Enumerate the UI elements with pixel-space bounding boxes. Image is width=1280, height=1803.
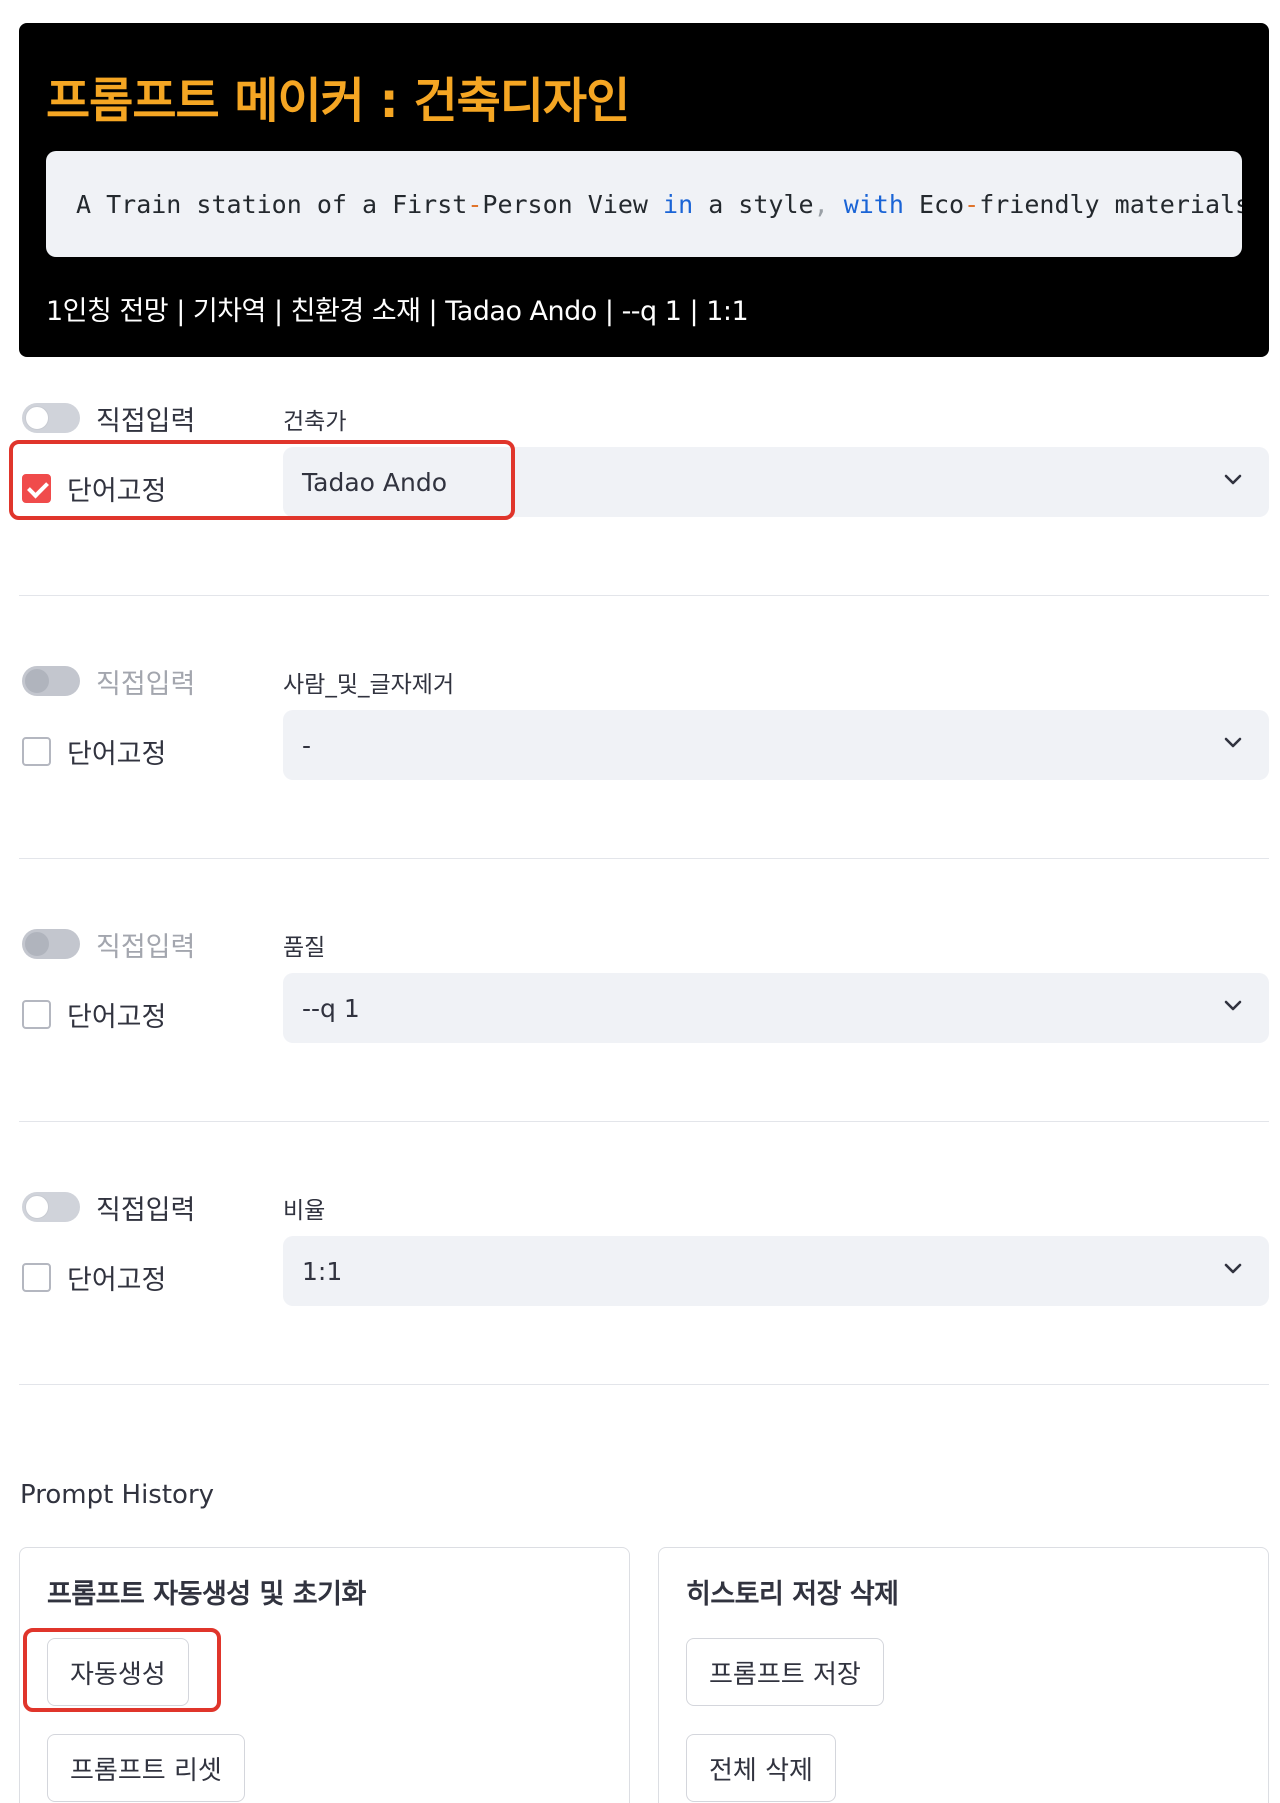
direct-input-toggle[interactable]: 직접입력 <box>22 398 195 438</box>
option-row-quality: 직접입력 단어고정 품질 --q 1 <box>0 924 1280 1124</box>
chevron-down-icon <box>1224 474 1242 485</box>
header-panel: 프롬프트 메이커 : 건축디자인 A Train station of a Fi… <box>19 23 1269 357</box>
divider <box>19 595 1269 596</box>
chevron-down-icon <box>1224 1000 1242 1011</box>
divider <box>19 858 1269 859</box>
autogenerate-button[interactable]: 자동생성 <box>47 1638 189 1706</box>
delete-all-button[interactable]: 전체 삭제 <box>686 1734 836 1802</box>
option-row-architect: 직접입력 단어고정 건축가 Tadao Ando <box>0 398 1280 598</box>
prompt-token: Eco <box>903 189 965 219</box>
architect-select[interactable]: Tadao Ando <box>283 447 1269 517</box>
page: 프롬프트 메이커 : 건축디자인 A Train station of a Fi… <box>0 0 1280 1803</box>
toggle-label: 직접입력 <box>96 1194 196 1226</box>
option-row-remove-people: 직접입력 단어고정 사람_및_글자제거 - <box>0 661 1280 861</box>
autogen-card: 프롬프트 자동생성 및 초기화 자동생성 프롬프트 리셋 <box>19 1547 630 1803</box>
prompt-code-text: A Train station of a First-Person View i… <box>76 190 1242 219</box>
word-fix-checkbox[interactable]: 단어고정 <box>22 731 166 771</box>
prompt-token: in <box>663 189 694 219</box>
field-label: 품질 <box>283 935 326 961</box>
prompt-token: A Train station of a First <box>76 189 468 219</box>
toggle-switch[interactable] <box>22 666 80 696</box>
save-prompt-button[interactable]: 프롬프트 저장 <box>686 1638 884 1706</box>
checkbox-icon[interactable] <box>22 999 51 1029</box>
word-fix-checkbox[interactable]: 단어고정 <box>22 468 166 508</box>
card-title: 히스토리 저장 삭제 <box>686 1579 899 1610</box>
prompt-token: Person View <box>482 189 664 219</box>
chevron-down-icon <box>1224 737 1242 748</box>
toggle-label: 직접입력 <box>96 668 196 700</box>
prompt-token: , <box>813 189 829 219</box>
ratio-select[interactable]: 1:1 <box>283 1236 1269 1306</box>
prompt-code-box: A Train station of a First-Person View i… <box>46 151 1242 257</box>
chevron-down-icon <box>1224 1263 1242 1274</box>
history-title: Prompt History <box>20 1480 215 1510</box>
divider <box>19 1384 1269 1385</box>
quality-select[interactable]: --q 1 <box>283 973 1269 1043</box>
checkbox-checked-icon[interactable] <box>22 473 51 503</box>
prompt-token: a style <box>693 189 814 219</box>
checkbox-label: 단어고정 <box>67 1001 167 1033</box>
prompt-token: with <box>843 189 904 219</box>
direct-input-toggle[interactable]: 직접입력 <box>22 661 195 701</box>
toggle-label: 직접입력 <box>96 931 196 963</box>
prompt-summary: 1인칭 전망 | 기차역 | 친환경 소재 | Tadao Ando | --q… <box>46 296 749 327</box>
select-value: - <box>302 730 312 760</box>
prompt-token: - <box>467 189 483 219</box>
toggle-switch[interactable] <box>22 403 80 433</box>
field-label: 비율 <box>283 1198 326 1224</box>
checkbox-label: 단어고정 <box>67 738 167 770</box>
checkbox-icon[interactable] <box>22 1262 51 1292</box>
toggle-switch[interactable] <box>22 929 80 959</box>
field-label: 건축가 <box>283 409 347 435</box>
direct-input-toggle[interactable]: 직접입력 <box>22 1187 195 1227</box>
history-save-card: 히스토리 저장 삭제 프롬프트 저장 전체 삭제 <box>658 1547 1269 1803</box>
toggle-switch[interactable] <box>22 1192 80 1222</box>
remove-people-select[interactable]: - <box>283 710 1269 780</box>
direct-input-toggle[interactable]: 직접입력 <box>22 924 195 964</box>
select-value: --q 1 <box>302 993 360 1023</box>
checkbox-icon[interactable] <box>22 736 51 766</box>
select-value: 1:1 <box>302 1256 343 1286</box>
divider <box>19 1121 1269 1122</box>
prompt-token <box>829 190 844 219</box>
prompt-reset-button[interactable]: 프롬프트 리셋 <box>47 1734 245 1802</box>
card-title: 프롬프트 자동생성 및 초기화 <box>47 1579 366 1610</box>
option-row-ratio: 직접입력 단어고정 비율 1:1 <box>0 1187 1280 1387</box>
prompt-token: friendly materials <box>979 189 1242 219</box>
word-fix-checkbox[interactable]: 단어고정 <box>22 994 166 1034</box>
select-value: Tadao Ando <box>302 467 447 497</box>
field-label: 사람_및_글자제거 <box>283 672 455 698</box>
page-title: 프롬프트 메이커 : 건축디자인 <box>46 73 630 129</box>
checkbox-label: 단어고정 <box>67 1264 167 1296</box>
checkbox-label: 단어고정 <box>67 475 167 507</box>
prompt-token: - <box>964 189 980 219</box>
toggle-label: 직접입력 <box>96 405 196 437</box>
word-fix-checkbox[interactable]: 단어고정 <box>22 1257 166 1297</box>
